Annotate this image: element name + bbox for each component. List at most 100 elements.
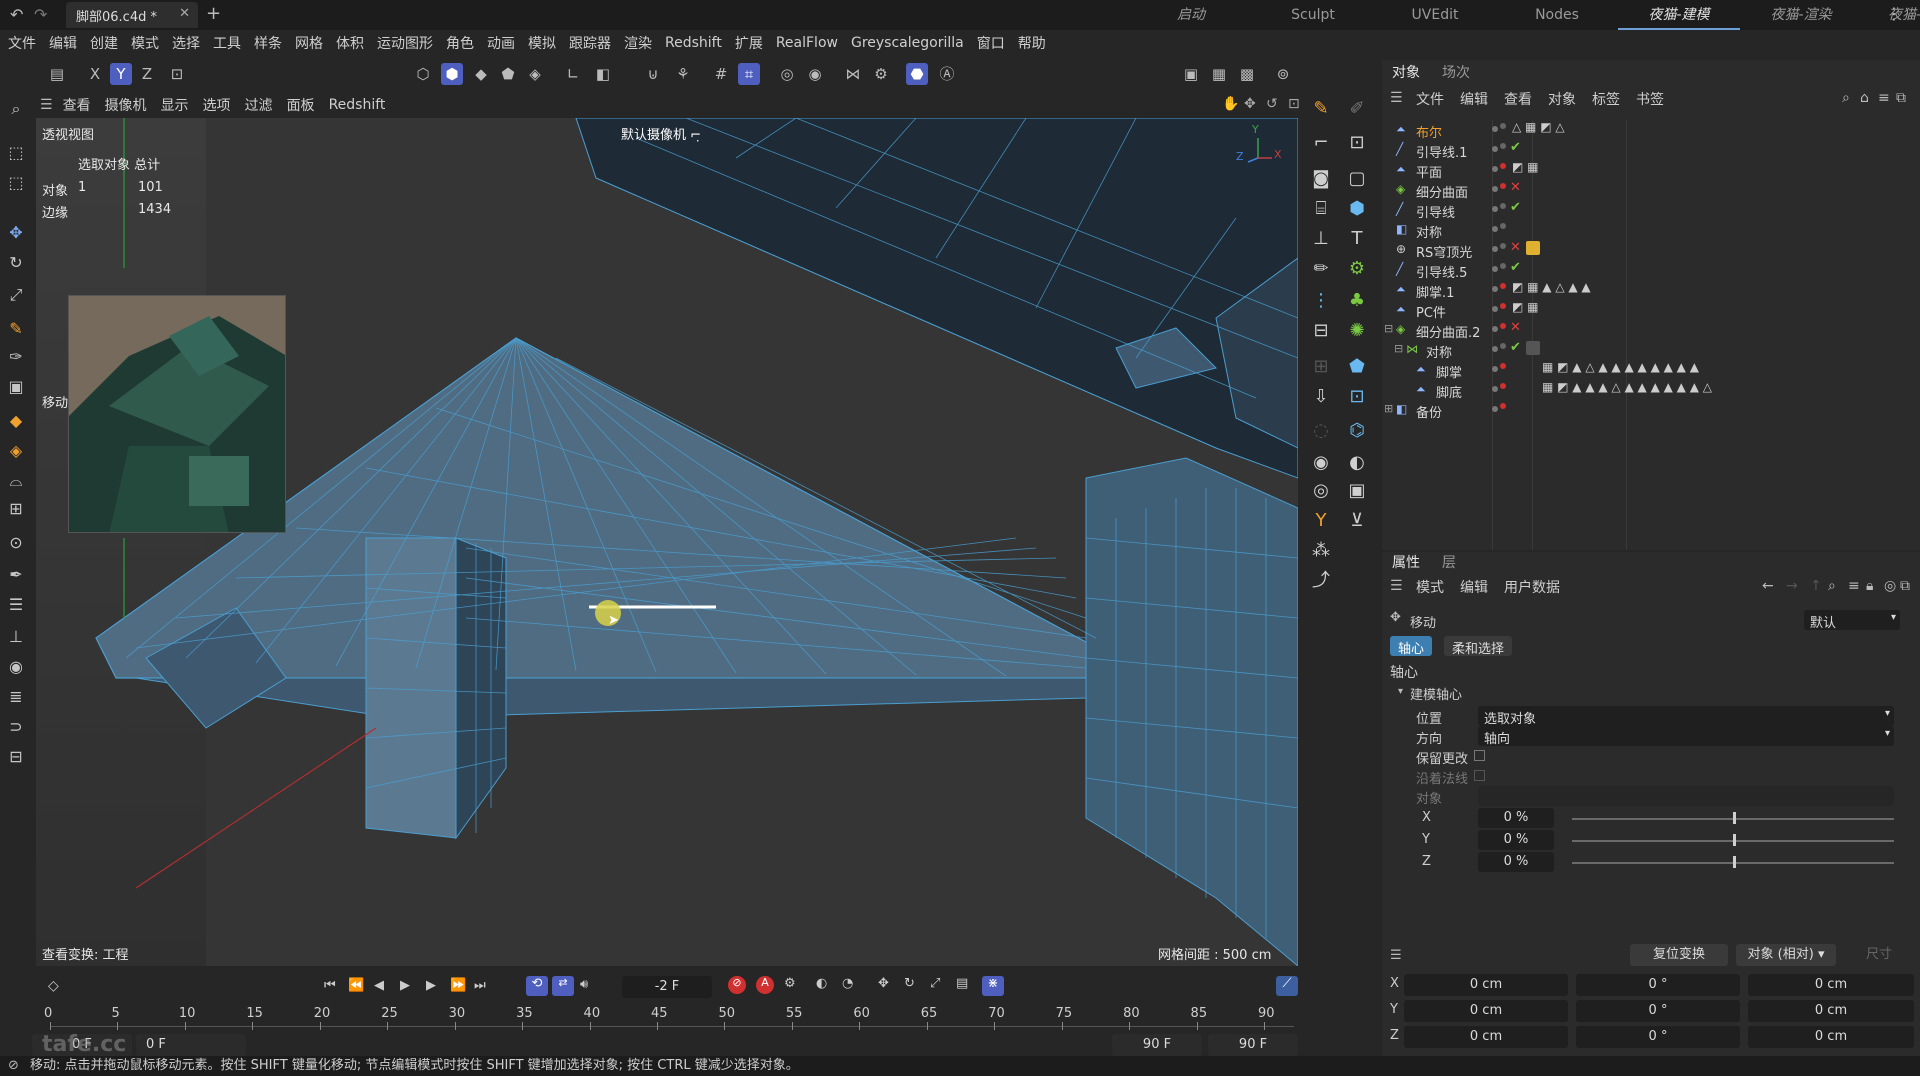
export-icon[interactable]: ⤴ xyxy=(1308,568,1334,594)
y-slider-knob[interactable] xyxy=(1733,834,1736,846)
camera-icon[interactable]: ◉ xyxy=(5,656,27,678)
eye-icon[interactable]: ◉ xyxy=(1308,450,1334,476)
uv-mode-icon[interactable]: ◈ xyxy=(524,63,546,85)
end-frame-field[interactable]: 90 F xyxy=(1112,1034,1202,1056)
viewport-menu-item[interactable]: 选项 xyxy=(203,95,231,115)
expand-icon[interactable]: ⊞ xyxy=(1384,402,1393,415)
move-tool-icon[interactable]: ✥ xyxy=(5,222,27,244)
molecule-icon[interactable]: ♣ xyxy=(1344,288,1370,314)
tab-takes[interactable]: 场次 xyxy=(1442,62,1470,86)
enabled-check-icon[interactable]: ✔ xyxy=(1510,260,1521,275)
list-item[interactable]: ⏶ 脚掌.1 ◩ ▦ ▲ △ ▲ ▲ xyxy=(1382,280,1920,301)
close-icon[interactable]: ✕ xyxy=(179,6,190,21)
preset-select[interactable]: 默认 ▾ xyxy=(1804,610,1900,631)
object-mode-icon[interactable]: ▤ xyxy=(46,63,68,85)
size-x-field[interactable]: 0 cm xyxy=(1748,974,1914,996)
scatter-icon[interactable]: ⁂ xyxy=(1308,538,1334,564)
file-tab[interactable]: 脚部06.c4d * ✕ xyxy=(66,2,198,28)
camera-tool-icon[interactable]: ▣ xyxy=(1344,478,1370,504)
render-picture-icon[interactable]: ▦ xyxy=(1208,63,1230,85)
along-normal-checkbox[interactable] xyxy=(1474,770,1485,781)
home-icon[interactable]: ⌂ xyxy=(1860,90,1869,106)
maximize-icon[interactable]: ⊡ xyxy=(1288,96,1300,112)
layout-tab[interactable]: Sculpt xyxy=(1252,0,1374,30)
cloner-icon[interactable]: ⚙ xyxy=(1344,256,1370,282)
list-item[interactable]: ⊞ ◧ 备份 xyxy=(1382,400,1920,421)
position-x-field[interactable]: 0 cm xyxy=(1404,974,1568,996)
record-icon[interactable]: ⊘ xyxy=(728,976,746,994)
tab-attributes[interactable]: 属性 xyxy=(1392,552,1420,576)
workplane-icon[interactable]: # xyxy=(710,63,732,85)
list-item[interactable]: ◈ 细分曲面 ✕ xyxy=(1382,180,1920,201)
sketch-icon[interactable]: ✐ xyxy=(1344,96,1370,122)
auto-icon[interactable]: Ⓐ xyxy=(936,63,958,85)
brush-tool-icon[interactable]: ✏ xyxy=(1308,256,1334,282)
axis-y-button[interactable]: Y xyxy=(110,63,132,85)
magnet-icon[interactable]: ⊃ xyxy=(5,716,27,738)
eye-list-icon[interactable]: ◎ xyxy=(1308,478,1334,504)
up-arrow-icon[interactable]: ↑ xyxy=(1810,578,1822,594)
floor-icon[interactable]: ⊥ xyxy=(5,626,27,648)
expand-icon[interactable]: ⊟ xyxy=(1384,322,1393,335)
subtab-soft-selection[interactable]: 柔和选择 xyxy=(1444,636,1513,657)
size-y-field[interactable]: 0 cm xyxy=(1748,1000,1914,1022)
size-mode-select[interactable]: 尺寸 xyxy=(1844,944,1914,966)
sound-icon[interactable]: 🔊︎ xyxy=(580,977,588,992)
collapse-icon[interactable]: ▾ xyxy=(1398,686,1403,697)
om-menu-item[interactable]: 文件 xyxy=(1416,89,1444,109)
layout-tab[interactable]: 夜猫-渲染 xyxy=(1740,0,1862,30)
scale-tool-icon[interactable]: ⤢ xyxy=(5,284,27,306)
om-menu-item[interactable]: 编辑 xyxy=(1460,89,1488,109)
list-item[interactable]: ╱ 引导线 ✔ xyxy=(1382,200,1920,221)
align-icon[interactable]: ⇩ xyxy=(1308,384,1334,410)
render-settings-icon[interactable]: ▩ xyxy=(1236,63,1258,85)
enabled-check-icon[interactable]: ✔ xyxy=(1510,340,1521,355)
z-offset-field[interactable]: 0 % xyxy=(1478,852,1554,872)
am-menu-item[interactable]: 模式 xyxy=(1416,577,1444,597)
hamburger-icon[interactable]: ☰ xyxy=(40,97,53,113)
disabled-cross-icon[interactable]: ✕ xyxy=(1510,180,1521,195)
cube-primitive-icon[interactable]: ⬢ xyxy=(1344,196,1370,222)
menu-item[interactable]: 渲染 xyxy=(624,33,652,53)
render-view-icon[interactable]: ▣ xyxy=(1180,63,1202,85)
menu-item[interactable]: 帮助 xyxy=(1018,33,1046,53)
keyframe-settings-icon[interactable]: ⚙ xyxy=(784,976,796,991)
deform-icon[interactable]: ⌬ xyxy=(1344,418,1370,444)
next-key-icon[interactable]: ⏩ xyxy=(450,978,466,993)
hidden-icon[interactable]: ◌ xyxy=(1308,418,1334,444)
zoom-icon[interactable]: ✥ xyxy=(1244,96,1256,112)
rectangle-icon[interactable]: ⊡ xyxy=(1344,130,1370,156)
om-menu-item[interactable]: 标签 xyxy=(1592,89,1620,109)
snap-icon[interactable]: ⊍ xyxy=(642,63,664,85)
material-tag-icon[interactable] xyxy=(1526,341,1540,355)
enabled-check-icon[interactable]: ✔ xyxy=(1510,200,1521,215)
list-item[interactable]: ⏶ 脚底 ▦ ◩ ▲ ▲ ▲ △ ▲ ▲ ▲ ▲ ▲ ▲ △ xyxy=(1382,380,1920,401)
square-icon[interactable]: ▢ xyxy=(1344,166,1370,192)
lock-icon[interactable]: 🔒︎ xyxy=(1866,578,1873,594)
polygon-object-icon[interactable]: ◈ xyxy=(5,440,27,462)
am-menu-item[interactable]: 用户数据 xyxy=(1504,577,1560,597)
forward-arrow-icon[interactable]: → xyxy=(1786,578,1798,594)
scene-icon[interactable]: ⊡ xyxy=(1344,384,1370,410)
list-icon[interactable]: ≣ xyxy=(5,686,27,708)
menu-item[interactable]: 网格 xyxy=(295,33,323,53)
disabled-cross-icon[interactable]: ✕ xyxy=(1510,320,1521,335)
next-frame-icon[interactable]: ▶ xyxy=(426,978,436,993)
rotation-x-field[interactable]: 0 ° xyxy=(1576,974,1740,996)
current-frame-field[interactable]: -2 F xyxy=(622,976,712,998)
hamburger-icon[interactable]: ☰ xyxy=(1390,90,1403,106)
texture-mode-icon[interactable]: ◧ xyxy=(592,63,614,85)
viewport-menu-item[interactable]: 摄像机 xyxy=(105,95,147,115)
measure-icon[interactable]: ⋮ xyxy=(1308,288,1334,314)
axis-z-button[interactable]: Z xyxy=(136,63,158,85)
filter-icon[interactable]: ≡ xyxy=(1878,90,1890,106)
bend-icon[interactable]: ⌓ xyxy=(5,470,27,492)
floor-object-icon[interactable]: ⊻ xyxy=(1344,508,1370,534)
axis-mode-icon[interactable]: ∟ xyxy=(562,63,584,85)
z-slider-knob[interactable] xyxy=(1733,856,1736,868)
spline-pen-icon[interactable]: ✎ xyxy=(1308,96,1334,122)
position-key-icon[interactable]: ✥ xyxy=(878,976,889,991)
search-icon[interactable]: ⌕ xyxy=(5,98,27,120)
menu-item[interactable]: 模式 xyxy=(131,33,159,53)
more-icon[interactable]: ⋮ xyxy=(1886,4,1902,23)
